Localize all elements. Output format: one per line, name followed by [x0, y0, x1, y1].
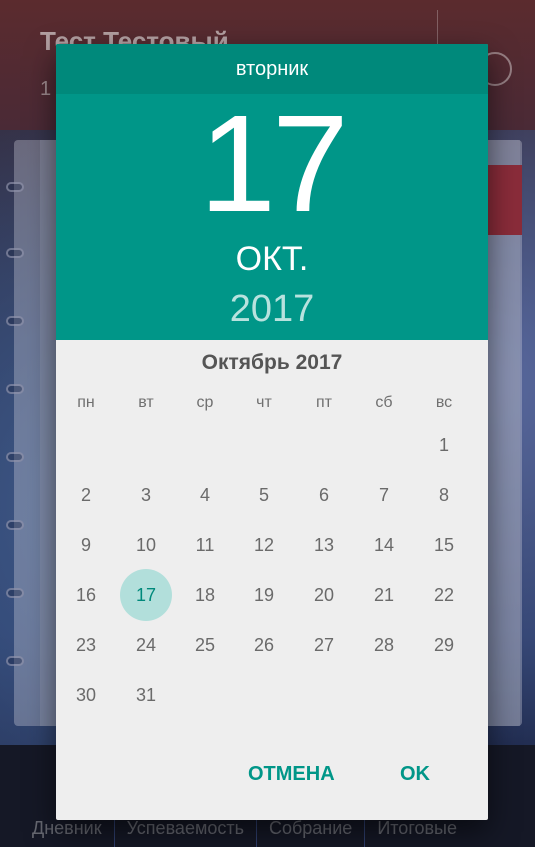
- background-nav-item: Дневник: [0, 818, 115, 847]
- selected-year[interactable]: 2017: [56, 286, 488, 332]
- calendar-day-number: 4: [199, 485, 210, 505]
- calendar-day[interactable]: 5: [234, 471, 294, 519]
- calendar-day-number: 10: [135, 535, 157, 555]
- calendar-day-number: 29: [433, 635, 455, 655]
- calendar-day-selected[interactable]: 17: [116, 569, 176, 621]
- calendar-day-number: 18: [194, 585, 216, 605]
- calendar-day-number: 24: [135, 635, 157, 655]
- weekday-header: сб: [375, 394, 393, 411]
- calendar-day-number: 6: [318, 485, 329, 505]
- calendar-day[interactable]: 11: [175, 521, 235, 569]
- weekday-header: вт: [138, 394, 154, 411]
- background-nav-item: Успеваемость: [115, 818, 257, 847]
- calendar-day-number: 20: [313, 585, 335, 605]
- calendar-day[interactable]: 31: [116, 671, 176, 719]
- calendar-day-number: 7: [378, 485, 389, 505]
- calendar-day-number: 17: [135, 585, 157, 605]
- background-nav-items: Дневник Успеваемость Собрание Итоговые: [0, 818, 535, 847]
- calendar-day[interactable]: 25: [175, 621, 235, 669]
- calendar-day[interactable]: 8: [414, 471, 474, 519]
- calendar-day[interactable]: 12: [234, 521, 294, 569]
- calendar-day-number: 28: [373, 635, 395, 655]
- background-nav-item: Собрание: [257, 818, 366, 847]
- calendar-day[interactable]: 4: [175, 471, 235, 519]
- calendar-day[interactable]: 23: [56, 621, 116, 669]
- background-user-class: 1: [40, 78, 52, 100]
- calendar-day-number: 25: [194, 635, 216, 655]
- calendar-day[interactable]: 20: [294, 571, 354, 619]
- calendar-day[interactable]: 6: [294, 471, 354, 519]
- calendar-day[interactable]: 15: [414, 521, 474, 569]
- calendar-day-number: 22: [433, 585, 455, 605]
- date-picker-dialog: вторник 17 ОКТ. 2017 Октябрь 2017 пн вт …: [56, 44, 488, 820]
- calendar-day-number: 2: [80, 485, 91, 505]
- calendar-day[interactable]: 26: [234, 621, 294, 669]
- date-picker-header: вторник 17 ОКТ. 2017: [56, 44, 488, 340]
- calendar-day-number: 30: [75, 685, 97, 705]
- calendar-day-number: 3: [140, 485, 151, 505]
- calendar-day[interactable]: 19: [234, 571, 294, 619]
- calendar-day-number: 21: [373, 585, 395, 605]
- calendar-day[interactable]: 14: [354, 521, 414, 569]
- calendar-day[interactable]: 22: [414, 571, 474, 619]
- weekday-header: пт: [316, 394, 332, 411]
- calendar-day[interactable]: 24: [116, 621, 176, 669]
- ok-button[interactable]: OK: [400, 750, 430, 798]
- background-red-marker: [488, 165, 522, 235]
- calendar-day-number: 26: [253, 635, 275, 655]
- calendar-day-number: 15: [433, 535, 455, 555]
- calendar-day-number: 5: [258, 485, 269, 505]
- weekday-header: пн: [77, 394, 95, 411]
- calendar-day[interactable]: 3: [116, 471, 176, 519]
- calendar-day[interactable]: 10: [116, 521, 176, 569]
- weekday-header: ср: [196, 394, 214, 411]
- calendar-day[interactable]: 27: [294, 621, 354, 669]
- calendar-day-number: 11: [195, 535, 215, 555]
- calendar-day[interactable]: 30: [56, 671, 116, 719]
- weekday-header: чт: [256, 394, 272, 411]
- calendar-day-number: 9: [80, 535, 91, 555]
- calendar-day[interactable]: 29: [414, 621, 474, 669]
- calendar-day-number: 19: [253, 585, 275, 605]
- calendar-day-number: 1: [438, 435, 449, 455]
- calendar-day[interactable]: 21: [354, 571, 414, 619]
- selected-month[interactable]: ОКТ.: [56, 237, 488, 281]
- calendar-day-number: 23: [75, 635, 97, 655]
- calendar-day[interactable]: 7: [354, 471, 414, 519]
- calendar-day[interactable]: 9: [56, 521, 116, 569]
- calendar-day-number: 27: [313, 635, 335, 655]
- calendar-day-number: 31: [135, 685, 157, 705]
- calendar-day[interactable]: 18: [175, 571, 235, 619]
- selected-day-number[interactable]: 17: [56, 94, 488, 234]
- calendar-weekday-headers: пн вт ср чт пт сб вс: [56, 390, 488, 416]
- dialog-actions: ОТМЕНА OK: [56, 750, 488, 798]
- calendar-day[interactable]: 28: [354, 621, 414, 669]
- calendar-day[interactable]: 16: [56, 571, 116, 619]
- background-nav-item: Итоговые: [377, 818, 458, 838]
- calendar-day-number: 16: [75, 585, 97, 605]
- calendar-day[interactable]: 2: [56, 471, 116, 519]
- weekday-header: вс: [435, 394, 453, 411]
- calendar-month-title: Октябрь 2017: [201, 351, 343, 374]
- calendar-day-number: 12: [253, 535, 275, 555]
- calendar-day-number: 8: [438, 485, 449, 505]
- calendar-day[interactable]: 1: [414, 421, 474, 469]
- calendar-day[interactable]: 13: [294, 521, 354, 569]
- calendar-day-number: 13: [313, 535, 335, 555]
- cancel-button[interactable]: ОТМЕНА: [248, 750, 335, 798]
- calendar-day-grid: 1 2 3 4 5 6 7 8 9 10 11 12 13 14 15 16 17 18 19 20 21 22 23 24 2…: [56, 421, 488, 721]
- calendar-day-number: 14: [373, 535, 395, 555]
